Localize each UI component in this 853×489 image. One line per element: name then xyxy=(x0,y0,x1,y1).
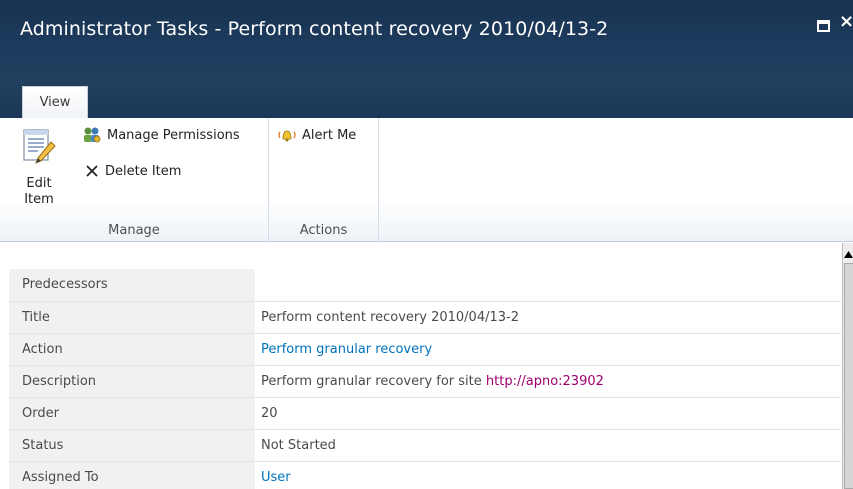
manage-permissions-button[interactable]: Manage Permissions xyxy=(82,124,240,146)
edit-item-label: Edit Item xyxy=(24,176,54,207)
field-value-predecessors xyxy=(255,269,841,302)
field-label-status: Status xyxy=(9,429,255,462)
manage-permissions-label: Manage Permissions xyxy=(107,127,240,143)
edit-item-button[interactable]: Edit Item xyxy=(16,128,62,218)
ribbon-group-manage: Edit Item Manage Permissions Delete Item … xyxy=(0,118,269,242)
group-label-actions: Actions xyxy=(299,223,348,238)
table-row: Action Perform granular recovery xyxy=(9,333,841,366)
field-label-title: Title xyxy=(9,301,255,334)
scroll-up-arrow-icon[interactable] xyxy=(843,248,853,260)
item-properties-panel: Predecessors Title Perform content recov… xyxy=(0,243,853,489)
action-link[interactable]: Perform granular recovery xyxy=(261,342,432,357)
field-label-predecessors: Predecessors xyxy=(9,269,255,302)
table-row: Predecessors xyxy=(9,269,841,302)
delete-x-icon xyxy=(86,165,98,177)
table-row: Title Perform content recovery 2010/04/1… xyxy=(9,301,841,334)
scrollbar-thumb[interactable] xyxy=(844,263,853,489)
properties-table: Predecessors Title Perform content recov… xyxy=(9,269,841,489)
edit-document-icon xyxy=(23,129,56,164)
title-bar: Administrator Tasks - Perform content re… xyxy=(0,0,853,119)
site-url-link[interactable]: http://apno:23902 xyxy=(486,374,604,389)
delete-item-button[interactable]: Delete Item xyxy=(84,160,181,182)
description-text: Perform granular recovery for site xyxy=(261,373,486,389)
tab-view[interactable]: View xyxy=(22,86,88,119)
vertical-scrollbar[interactable] xyxy=(842,243,853,489)
delete-item-label: Delete Item xyxy=(105,163,182,179)
maximize-icon[interactable] xyxy=(817,20,830,32)
field-label-action: Action xyxy=(9,333,255,366)
window-title: Administrator Tasks - Perform content re… xyxy=(20,18,609,40)
table-row: Assigned To User xyxy=(9,461,841,489)
assigned-user-link[interactable]: User xyxy=(261,470,291,485)
table-row: Status Not Started xyxy=(9,429,841,462)
field-label-order: Order xyxy=(9,397,255,430)
alert-me-label: Alert Me xyxy=(302,127,357,143)
field-value-status: Not Started xyxy=(255,429,841,462)
group-label-manage: Manage xyxy=(108,223,160,238)
table-row: Order 20 xyxy=(9,397,841,430)
ribbon: Edit Item Manage Permissions Delete Item … xyxy=(0,118,853,242)
permissions-icon xyxy=(84,127,101,143)
field-value-order: 20 xyxy=(255,397,841,430)
field-label-assigned-to: Assigned To xyxy=(9,461,255,489)
alert-me-button[interactable]: Alert Me xyxy=(277,124,356,146)
field-value-title: Perform content recovery 2010/04/13-2 xyxy=(255,301,841,334)
alert-bell-icon xyxy=(278,130,296,142)
table-row: Description Perform granular recovery fo… xyxy=(9,365,841,398)
field-label-description: Description xyxy=(9,365,255,398)
close-icon[interactable]: × xyxy=(839,13,853,31)
